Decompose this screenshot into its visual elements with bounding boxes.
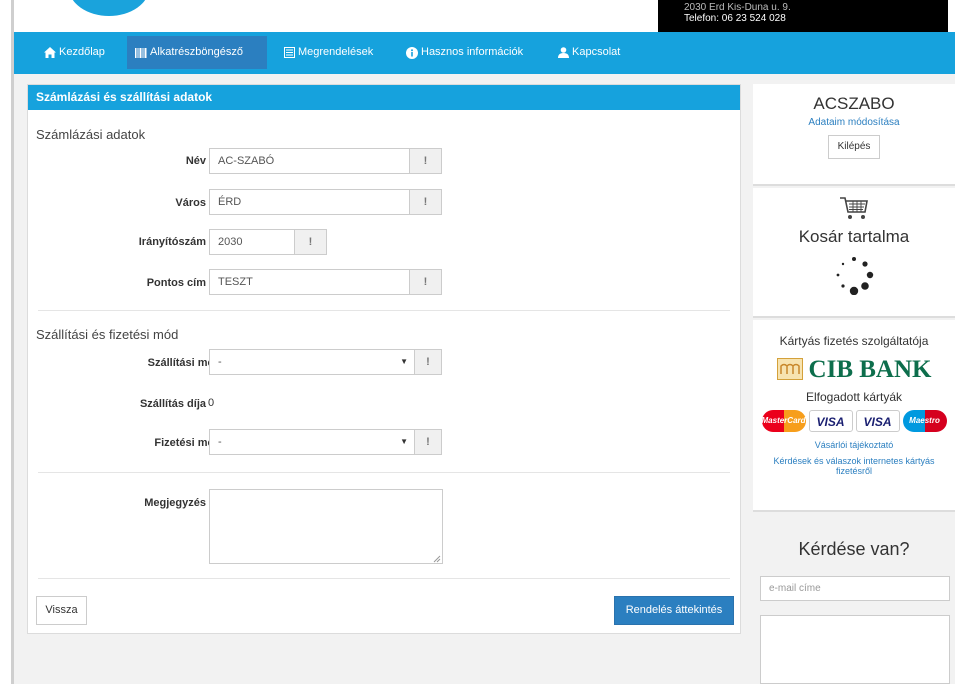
bank-name: CIB BANK xyxy=(808,356,932,383)
accepted-cards-row: MasterCard VISA VISA Maestro xyxy=(753,410,955,432)
accepted-cards-title: Elfogadott kártyák xyxy=(805,390,903,404)
name-label: Név xyxy=(185,155,206,167)
nav-item-orders[interactable]: Megrendelések xyxy=(276,36,381,69)
panel-title: Számlázási és szállítási adatok xyxy=(28,85,740,110)
shipping-method-select[interactable]: - ▼ xyxy=(209,349,415,375)
zip-required-addon: ! xyxy=(294,229,327,255)
payment-method-value: - xyxy=(218,436,222,448)
note-label: Megjegyzés xyxy=(144,497,206,509)
payment-box: Kártyás fizetés szolgáltatója CIB BANK E… xyxy=(753,320,955,512)
question-title: Kérdése van? xyxy=(798,539,910,559)
nav-item-parts-browser[interactable]: Alkatrészböngésző xyxy=(127,36,267,69)
barcode-icon xyxy=(135,47,147,58)
site-logo[interactable] xyxy=(69,0,149,16)
name-required-addon: ! xyxy=(409,148,442,174)
back-button[interactable]: Vissza xyxy=(36,596,87,625)
zip-label: Irányítószám xyxy=(138,236,206,248)
purchase-info-link[interactable]: Vásárlói tájékoztató xyxy=(753,440,955,450)
email-placeholder: e-mail címe xyxy=(769,583,821,594)
list-icon xyxy=(284,47,295,58)
cib-logo-icon xyxy=(776,357,803,383)
section-divider xyxy=(38,578,730,579)
payment-method-select[interactable]: - ▼ xyxy=(209,429,415,455)
city-field[interactable]: ÉRD xyxy=(209,189,410,215)
edit-profile-link[interactable]: Adataim módosítása xyxy=(753,117,955,128)
city-required-addon: ! xyxy=(409,189,442,215)
address-text: 2030 Érd Kis-Duna u. 9. xyxy=(684,3,791,13)
section-divider xyxy=(38,472,730,473)
nav-item-useful-info[interactable]: Hasznos információk xyxy=(398,36,531,69)
shipping-method-required-addon: ! xyxy=(414,349,442,375)
info-icon xyxy=(406,46,418,59)
phone-text: Telefon: 06 23 524 028 xyxy=(684,13,786,24)
main-navbar: Kezdőlap Alkatrészböngésző Megrendelések… xyxy=(14,32,955,74)
user-name: ACSZABO xyxy=(813,94,895,113)
question-textarea[interactable] xyxy=(760,615,950,684)
contact-box: 2030 Érd Kis-Duna u. 9. Telefon: 06 23 5… xyxy=(658,0,948,32)
city-label: Város xyxy=(175,197,206,209)
shipping-method-label: Szállítási mód xyxy=(147,357,221,369)
shipping-fee-value: 0 xyxy=(208,397,215,409)
shipping-method-value: - xyxy=(218,356,222,368)
dropdown-arrow-icon: ▼ xyxy=(400,357,408,366)
address-required-addon: ! xyxy=(409,269,442,295)
user-box: ACSZABO Adataim módosítása Kilépés xyxy=(753,84,955,186)
address-label: Pontos cím xyxy=(146,277,206,289)
address-field[interactable]: TESZT xyxy=(209,269,410,295)
home-icon xyxy=(44,47,56,58)
cib-bank-logo: CIB BANK xyxy=(753,356,955,384)
review-order-button[interactable]: Rendelés áttekintés xyxy=(614,596,734,625)
shipping-fee-label: Szállítás díja xyxy=(139,398,206,410)
user-icon xyxy=(558,47,569,58)
payment-method-label: Fizetési mód xyxy=(154,437,221,449)
question-box: Kérdése van? e-mail címe xyxy=(753,514,955,684)
nav-item-label: Alkatrészböngésző xyxy=(150,46,243,58)
window-left-edge xyxy=(0,0,14,684)
resize-handle-icon[interactable] xyxy=(433,554,441,563)
shipping-section-title: Szállítási és fizetési mód xyxy=(36,327,179,342)
logout-button[interactable]: Kilépés xyxy=(827,135,881,159)
nav-item-label: Hasznos információk xyxy=(421,46,524,58)
payment-method-required-addon: ! xyxy=(414,429,442,455)
nav-item-label: Kapcsolat xyxy=(572,46,621,58)
dropdown-arrow-icon: ▼ xyxy=(400,437,408,446)
order-form-panel: Számlázási és szállítási adatok Számlázá… xyxy=(27,84,741,634)
card-payment-faq-link[interactable]: Kérdések és válaszok internetes kártyás … xyxy=(753,456,955,476)
cart-box: Kosár tartalma xyxy=(753,188,955,318)
sidebar: ACSZABO Adataim módosítása Kilépés Kosár… xyxy=(753,84,955,684)
cart-icon[interactable] xyxy=(753,196,955,225)
visa-logo: VISA xyxy=(808,410,853,432)
nav-item-home[interactable]: Kezdőlap xyxy=(36,36,113,69)
billing-section-title: Számlázási adatok xyxy=(36,127,146,142)
payment-provider-title: Kártyás fizetés szolgáltatója xyxy=(779,334,929,348)
cart-title: Kosár tartalma xyxy=(798,227,910,246)
nav-item-label: Kezdőlap xyxy=(59,46,105,58)
nav-item-contact[interactable]: Kapcsolat xyxy=(550,36,628,69)
section-divider xyxy=(38,310,730,311)
zip-field[interactable]: 2030 xyxy=(209,229,295,255)
visa-electron-logo: VISA xyxy=(855,410,900,432)
mastercard-logo: MasterCard xyxy=(761,410,806,432)
name-field[interactable]: AC-SZABÓ xyxy=(209,148,410,174)
nav-item-label: Megrendelések xyxy=(298,46,374,58)
maestro-logo: Maestro xyxy=(902,410,947,432)
note-textarea[interactable] xyxy=(209,489,443,564)
email-input[interactable]: e-mail címe xyxy=(760,576,950,601)
loading-spinner-icon xyxy=(753,255,955,298)
